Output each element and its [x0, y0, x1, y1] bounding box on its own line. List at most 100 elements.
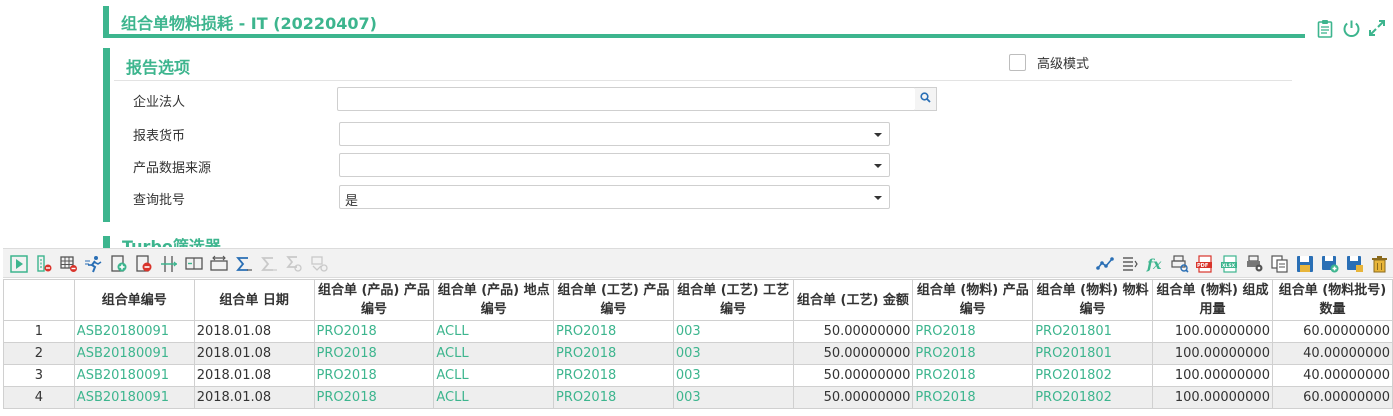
legal-entity-input[interactable] — [337, 87, 916, 111]
sum-disabled-icon[interactable] — [258, 253, 280, 274]
report-currency-label: 报表货币 — [133, 129, 186, 144]
svg-text:XLSX: XLSX — [1222, 263, 1236, 269]
column-header-material-batch-qty[interactable]: 组合单 (物料批号) 数量 — [1271, 279, 1393, 321]
chart-icon[interactable] — [1094, 253, 1116, 274]
column-header-material-material-no[interactable]: 组合单 (物料) 物料编号 — [1032, 279, 1154, 321]
column-header-material-product-no[interactable]: 组合单 (物料) 产品编号 — [912, 279, 1034, 321]
report-currency-select[interactable] — [339, 122, 890, 146]
expand-icon[interactable] — [1367, 17, 1387, 39]
grid-toolbar: fx PDF XLSX — [3, 248, 1393, 278]
column-header-index[interactable] — [3, 279, 75, 321]
query-batch-select[interactable]: 是 — [339, 185, 890, 209]
material-no-link[interactable]: PRO201801 — [1032, 320, 1154, 343]
batch-qty-cell: 40.00000000 — [1271, 364, 1393, 387]
table-row[interactable]: 4 ASB20180091 2018.01.08 PRO2018 ACLL PR… — [3, 386, 1393, 409]
product-no-link[interactable]: PRO2018 — [313, 386, 435, 409]
process-product-no-link[interactable]: PRO2018 — [553, 364, 674, 387]
column-header-material-usage[interactable]: 组合单 (物料) 组成用量 — [1152, 279, 1273, 321]
assembly-no-link[interactable]: ASB20180091 — [73, 342, 195, 365]
table-header-row: 组合单编号 组合单 日期 组合单 (产品) 产品编号 组合单 (产品) 地点编号… — [3, 279, 1393, 321]
process-amount-cell: 50.00000000 — [792, 364, 914, 387]
copy-icon[interactable] — [1269, 253, 1291, 274]
location-no-link[interactable]: ACLL — [433, 320, 555, 343]
clipboard-icon[interactable] — [1315, 17, 1335, 39]
assembly-no-link[interactable]: ASB20180091 — [73, 386, 195, 409]
location-no-link[interactable]: ACLL — [433, 386, 555, 409]
product-no-link[interactable]: PRO2018 — [313, 364, 435, 387]
turbo-filter-title[interactable]: Turbo筛选器 — [122, 236, 221, 247]
batch-qty-cell: 40.00000000 — [1271, 342, 1393, 365]
material-product-no-link[interactable]: PRO2018 — [912, 386, 1034, 409]
material-product-no-link[interactable]: PRO2018 — [912, 320, 1034, 343]
advanced-mode-checkbox[interactable] — [1009, 54, 1026, 71]
grid-remove-icon[interactable] — [58, 253, 80, 274]
row-index: 2 — [3, 342, 75, 365]
process-product-no-link[interactable]: PRO2018 — [553, 342, 674, 365]
material-usage-cell: 100.00000000 — [1152, 386, 1273, 409]
material-no-link[interactable]: PRO201802 — [1032, 364, 1154, 387]
assembly-date-cell: 2018.01.08 — [193, 386, 315, 409]
range-icon[interactable] — [208, 253, 230, 274]
material-product-no-link[interactable]: PRO2018 — [912, 342, 1034, 365]
legal-entity-search-button[interactable] — [915, 87, 937, 111]
run-icon[interactable] — [83, 253, 105, 274]
delete-icon[interactable] — [1369, 253, 1391, 274]
column-header-process-process-no[interactable]: 组合单 (工艺) 工艺编号 — [672, 279, 794, 321]
divider — [114, 80, 1292, 81]
column-header-assembly-no[interactable]: 组合单编号 — [73, 279, 195, 321]
play-icon[interactable] — [8, 253, 30, 274]
formula-icon[interactable]: fx — [1144, 253, 1166, 274]
save-icon[interactable] — [1294, 253, 1316, 274]
material-usage-cell: 100.00000000 — [1152, 364, 1273, 387]
report-options-title: 报告选项 — [126, 58, 191, 77]
save-edit-icon[interactable] — [1344, 253, 1366, 274]
power-icon[interactable] — [1341, 17, 1361, 39]
remove-row-icon[interactable] — [133, 253, 155, 274]
product-no-link[interactable]: PRO2018 — [313, 320, 435, 343]
process-no-link[interactable]: 003 — [672, 342, 794, 365]
assembly-no-link[interactable]: ASB20180091 — [73, 364, 195, 387]
row-index: 1 — [3, 320, 75, 343]
pdf-icon[interactable]: PDF — [1194, 253, 1216, 274]
process-amount-cell: 50.00000000 — [792, 342, 914, 365]
sum-view-icon[interactable] — [283, 253, 305, 274]
product-data-source-select[interactable] — [339, 153, 890, 177]
assembly-no-link[interactable]: ASB20180091 — [73, 320, 195, 343]
search-icon — [920, 91, 931, 107]
process-no-link[interactable]: 003 — [672, 386, 794, 409]
material-usage-cell: 100.00000000 — [1152, 342, 1273, 365]
process-no-link[interactable]: 003 — [672, 320, 794, 343]
column-header-product-product-no[interactable]: 组合单 (产品) 产品编号 — [313, 279, 435, 321]
column-header-assembly-date[interactable]: 组合单 日期 — [193, 279, 315, 321]
table-row[interactable]: 2 ASB20180091 2018.01.08 PRO2018 ACLL PR… — [3, 342, 1393, 365]
location-no-link[interactable]: ACLL — [433, 342, 555, 365]
toolbar-right: fx PDF XLSX — [1094, 253, 1391, 274]
material-product-no-link[interactable]: PRO2018 — [912, 364, 1034, 387]
column-header-product-location-no[interactable]: 组合单 (产品) 地点编号 — [433, 279, 555, 321]
print-settings-icon[interactable] — [1244, 253, 1266, 274]
column-remove-icon[interactable] — [33, 253, 55, 274]
column-split-icon[interactable] — [158, 253, 180, 274]
excel-icon[interactable]: XLSX — [1219, 253, 1241, 274]
process-product-no-link[interactable]: PRO2018 — [553, 386, 674, 409]
filter-view-icon[interactable] — [308, 253, 330, 274]
top-icons — [1315, 17, 1387, 39]
column-header-process-product-no[interactable]: 组合单 (工艺) 产品编号 — [553, 279, 674, 321]
sum-icon[interactable] — [233, 253, 255, 274]
column-header-process-amount[interactable]: 组合单 (工艺) 金额 — [792, 279, 914, 321]
list-icon[interactable] — [1119, 253, 1141, 274]
material-no-link[interactable]: PRO201801 — [1032, 342, 1154, 365]
table-row[interactable]: 1 ASB20180091 2018.01.08 PRO2018 ACLL PR… — [3, 320, 1393, 343]
product-no-link[interactable]: PRO2018 — [313, 342, 435, 365]
process-product-no-link[interactable]: PRO2018 — [553, 320, 674, 343]
process-no-link[interactable]: 003 — [672, 364, 794, 387]
process-amount-cell: 50.00000000 — [792, 320, 914, 343]
column-merge-icon[interactable] — [183, 253, 205, 274]
add-row-icon[interactable] — [108, 253, 130, 274]
print-preview-icon[interactable] — [1169, 253, 1191, 274]
location-no-link[interactable]: ACLL — [433, 364, 555, 387]
title-bar: 组合单物料损耗 - IT (20220407) — [103, 6, 1305, 38]
save-add-icon[interactable] — [1319, 253, 1341, 274]
material-no-link[interactable]: PRO201802 — [1032, 386, 1154, 409]
table-row[interactable]: 3 ASB20180091 2018.01.08 PRO2018 ACLL PR… — [3, 364, 1393, 387]
